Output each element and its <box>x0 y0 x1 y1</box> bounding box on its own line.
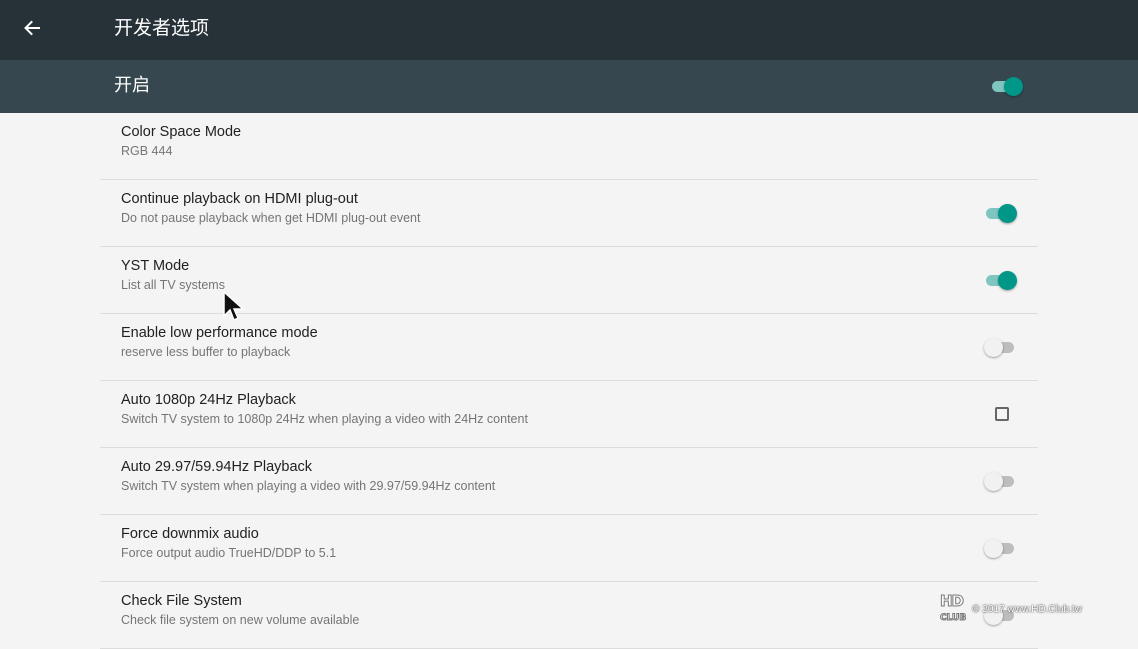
switch-thumb <box>984 539 1003 558</box>
setting-switch[interactable] <box>984 538 1018 558</box>
setting-row[interactable]: Check File System Check file system on ne… <box>100 582 1038 649</box>
switch-thumb <box>998 271 1017 290</box>
watermark: HD CLUB © 2017 www.HD.Club.tw <box>939 593 1082 624</box>
setting-subtitle: List all TV systems <box>121 278 225 292</box>
setting-subtitle: reserve less buffer to playback <box>121 345 291 359</box>
setting-subtitle: Switch TV system to 1080p 24Hz when play… <box>121 412 528 426</box>
setting-title: Continue playback on HDMI plug-out <box>121 191 358 207</box>
setting-title: Color Space Mode <box>121 124 242 140</box>
setting-subtitle: Force output audio TrueHD/DDP to 5.1 <box>121 546 337 560</box>
setting-title: YST Mode <box>121 258 190 274</box>
setting-row[interactable]: Force downmix audio Force output audio Tr… <box>100 515 1038 582</box>
setting-title: Auto 1080p 24Hz Playback <box>121 392 296 408</box>
watermark-text: © 2017 www.HD.Club.tw <box>972 603 1082 615</box>
setting-row[interactable]: Color Space Mode RGB 444 <box>100 113 1038 180</box>
back-button[interactable] <box>18 14 46 42</box>
setting-row[interactable]: Continue playback on HDMI plug-out Do not… <box>100 180 1038 247</box>
switch-thumb <box>1004 77 1023 96</box>
setting-title: Auto 29.97/59.94Hz Playback <box>121 459 313 475</box>
page-title: 开发者选项 <box>114 17 210 39</box>
mouse-cursor-icon <box>223 290 247 328</box>
setting-switch[interactable] <box>984 270 1018 290</box>
setting-title: Force downmix audio <box>121 526 259 542</box>
arrow-left-icon <box>24 20 40 36</box>
settings-list: Color Space Mode RGB 444 Continue playback… <box>100 113 1038 649</box>
setting-row[interactable]: Auto 1080p 24Hz Playback Switch TV system… <box>100 381 1038 448</box>
setting-row[interactable]: Auto 29.97/59.94Hz Playback Switch TV sys… <box>100 448 1038 515</box>
switch-thumb <box>984 338 1003 357</box>
setting-subtitle: Check file system on new volume availabl… <box>121 613 360 627</box>
setting-switch[interactable] <box>984 337 1018 357</box>
setting-title: Enable low performance mode <box>121 325 318 341</box>
switch-thumb <box>984 472 1003 491</box>
app-bar: 开发者选项 <box>0 0 1138 60</box>
setting-subtitle: Switch TV system when playing a video wi… <box>121 479 496 493</box>
master-toggle-bar[interactable]: 开启 <box>0 60 1138 113</box>
setting-title: Check File System <box>121 593 242 609</box>
switch-thumb <box>998 204 1017 223</box>
setting-switch[interactable] <box>984 471 1018 491</box>
master-toggle-label: 开启 <box>114 75 150 96</box>
master-switch[interactable] <box>990 76 1024 96</box>
setting-subtitle: Do not pause playback when get HDMI plug… <box>121 211 421 225</box>
watermark-logo: HD CLUB <box>939 591 967 624</box>
setting-subtitle: RGB 444 <box>121 144 173 158</box>
setting-switch[interactable] <box>984 203 1018 223</box>
setting-checkbox[interactable] <box>995 407 1009 421</box>
